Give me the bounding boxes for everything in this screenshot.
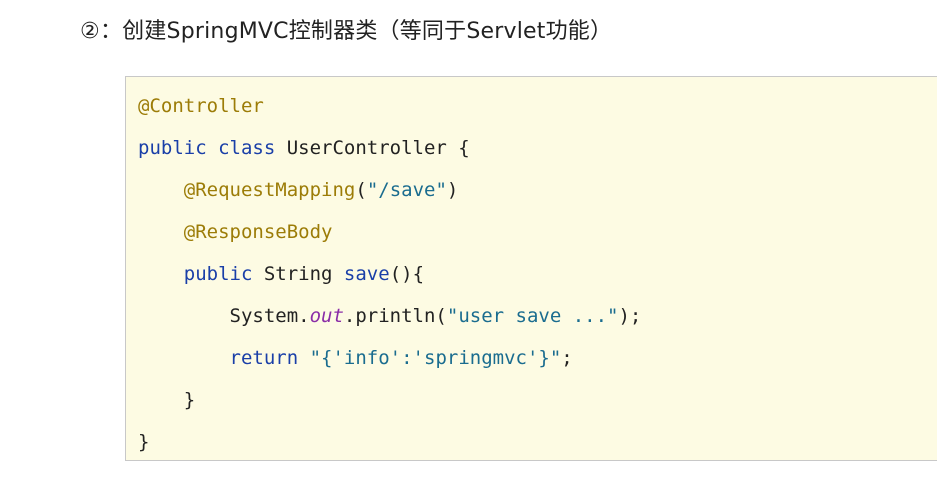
code-line-1: @Controller — [138, 91, 264, 121]
code-token: @ResponseBody — [183, 221, 333, 243]
code-token: ); — [618, 305, 642, 327]
code-line-8: } — [138, 385, 195, 415]
code-token: "user save ..." — [446, 305, 619, 327]
code-token: ) — [446, 179, 459, 201]
code-token: "/save" — [366, 179, 447, 201]
code-token: "{'info':'springmvc'}" — [309, 347, 562, 369]
code-line-7: return "{'info':'springmvc'}"; — [138, 343, 573, 373]
code-line-6: System.out.println("user save ..."); — [138, 301, 642, 331]
code-block: @Controller public class UserController … — [125, 76, 937, 461]
code-token: public — [183, 263, 253, 285]
code-token: ( — [355, 179, 367, 201]
code-line-9: } — [138, 427, 149, 457]
heading-text: ：创建SpringMVC控制器类（等同于Servlet功能） — [99, 19, 613, 44]
step-marker: ② — [80, 19, 100, 44]
code-line-3: @RequestMapping("/save") — [138, 175, 459, 205]
code-token: } — [138, 431, 150, 453]
code-line-5: public String save(){ — [138, 259, 424, 289]
code-line-4: @ResponseBody — [138, 217, 333, 247]
code-token: UserController { — [275, 137, 470, 159]
code-token: @RequestMapping — [183, 179, 356, 201]
code-token: save — [343, 263, 390, 285]
code-token: public class — [138, 137, 276, 159]
code-token: } — [138, 389, 196, 411]
code-line-2: public class UserController { — [138, 133, 470, 163]
code-token: (){ — [389, 263, 425, 285]
code-token: String — [252, 263, 344, 285]
code-token: @Controller — [138, 95, 264, 117]
code-token: ; — [561, 347, 573, 369]
code-token: .println( — [343, 305, 447, 327]
code-token: return — [229, 347, 299, 369]
code-token: out — [309, 305, 344, 327]
section-heading: ②：创建SpringMVC控制器类（等同于Servlet功能） — [80, 14, 612, 50]
code-token: System. — [138, 305, 310, 327]
